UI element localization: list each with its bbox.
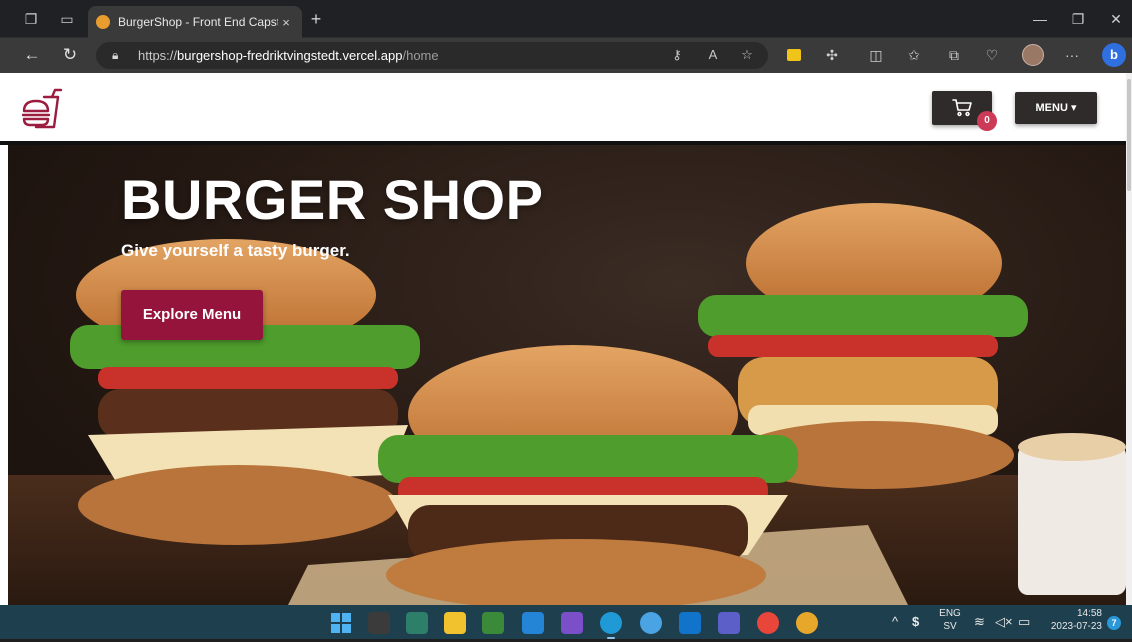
- web-viewport: 0 MENU ▾ BURGER SHOP Give yourself a tas…: [0, 73, 1126, 605]
- back-icon[interactable]: ←: [22, 45, 42, 65]
- file-explorer-icon[interactable]: [444, 612, 466, 634]
- burger-favicon-icon: [96, 15, 110, 29]
- vscode-icon[interactable]: [522, 612, 544, 634]
- app-bluebell-icon[interactable]: [640, 612, 662, 634]
- cart-icon: [952, 99, 972, 117]
- favorites-icon[interactable]: ✩: [904, 45, 924, 65]
- tab-close-icon[interactable]: ×: [278, 15, 294, 30]
- split-screen-icon[interactable]: ◫: [866, 45, 886, 65]
- browser-toolbar: ← ↻ 🔒︎ https://burgershop-fredriktvingst…: [0, 38, 1132, 73]
- clock[interactable]: 14:58 2023-07-23: [1040, 608, 1102, 642]
- teams-icon[interactable]: [718, 612, 740, 634]
- outlook-icon[interactable]: [679, 612, 701, 634]
- hero-section: BURGER SHOP Give yourself a tasty burger…: [8, 145, 1126, 605]
- cart-count-badge: 0: [977, 111, 997, 131]
- clock-date: 2023-07-23: [1050, 621, 1102, 632]
- restore-icon[interactable]: ❐: [1068, 10, 1088, 28]
- burger-logo-icon[interactable]: [22, 87, 64, 129]
- browser-title-bar: ❐ ▭ BurgerShop - Front End Capstone × + …: [0, 0, 1132, 38]
- battery-icon[interactable]: ▭: [1018, 615, 1030, 629]
- notification-badge[interactable]: 7: [1107, 616, 1121, 630]
- extension-yellow-icon[interactable]: [784, 45, 804, 65]
- app-chart-icon[interactable]: [482, 612, 504, 634]
- url-path: /home: [402, 48, 439, 63]
- windows-start-icon[interactable]: [330, 612, 352, 634]
- hero-title: BURGER SHOP: [121, 168, 544, 231]
- chrome-canary-icon[interactable]: [757, 612, 779, 634]
- scrollbar-thumb[interactable]: [1127, 79, 1131, 191]
- tab-actions-icon[interactable]: ▭: [58, 10, 76, 28]
- speaker-muted-icon[interactable]: ◁×: [995, 615, 1013, 629]
- app-terminal-icon[interactable]: [368, 612, 390, 634]
- show-hidden-icons-icon[interactable]: ^: [892, 615, 898, 629]
- menu-dropdown-button[interactable]: MENU ▾: [1015, 92, 1097, 124]
- new-tab-icon[interactable]: +: [307, 10, 325, 28]
- bing-icon[interactable]: b: [1102, 43, 1126, 67]
- currency-app-icon[interactable]: $: [912, 615, 919, 629]
- minimize-icon[interactable]: —: [1030, 10, 1050, 28]
- chrome-icon[interactable]: [796, 612, 818, 634]
- extensions-icon[interactable]: ✣: [822, 45, 842, 65]
- explore-menu-button[interactable]: Explore Menu: [121, 290, 263, 340]
- app-snip-icon[interactable]: [406, 612, 428, 634]
- clock-time: 14:58: [1076, 608, 1102, 619]
- favorite-star-icon[interactable]: ☆: [738, 46, 756, 64]
- wifi-icon[interactable]: ≋: [974, 615, 985, 629]
- site-header: 0 MENU ▾: [0, 73, 1126, 145]
- visual-studio-icon[interactable]: [561, 612, 583, 634]
- key-icon[interactable]: ⚷: [668, 46, 686, 64]
- language-indicator[interactable]: ENG SV: [936, 608, 964, 642]
- page-scrollbar[interactable]: [1126, 73, 1132, 605]
- tab-title: BurgerShop - Front End Capstone: [118, 15, 278, 29]
- language-code: ENG: [939, 608, 961, 619]
- window-close-icon[interactable]: ✕: [1106, 10, 1126, 28]
- browser-essentials-icon[interactable]: ♡: [982, 45, 1002, 65]
- keyboard-layout: SV: [943, 621, 957, 632]
- url-host: burgershop-fredriktvingstedt.vercel.app: [177, 48, 403, 63]
- read-aloud-icon[interactable]: A: [704, 46, 722, 64]
- url-scheme: https://: [138, 48, 178, 63]
- hero-subtitle: Give yourself a tasty burger.: [121, 241, 350, 260]
- edge-browser-icon[interactable]: [600, 612, 622, 639]
- more-options-icon[interactable]: ···: [1062, 45, 1082, 65]
- windows-taskbar: ^ $ ENG SV ≋ ◁× ▭ 14:58 2023-07-23 7: [0, 605, 1132, 639]
- workspaces-icon[interactable]: ❐: [22, 10, 40, 28]
- lock-icon: 🔒︎: [112, 48, 119, 62]
- profile-avatar[interactable]: [1022, 44, 1044, 66]
- browser-tab[interactable]: BurgerShop - Front End Capstone ×: [88, 6, 302, 38]
- collections-icon[interactable]: ⧉: [944, 45, 964, 65]
- refresh-icon[interactable]: ↻: [60, 45, 80, 65]
